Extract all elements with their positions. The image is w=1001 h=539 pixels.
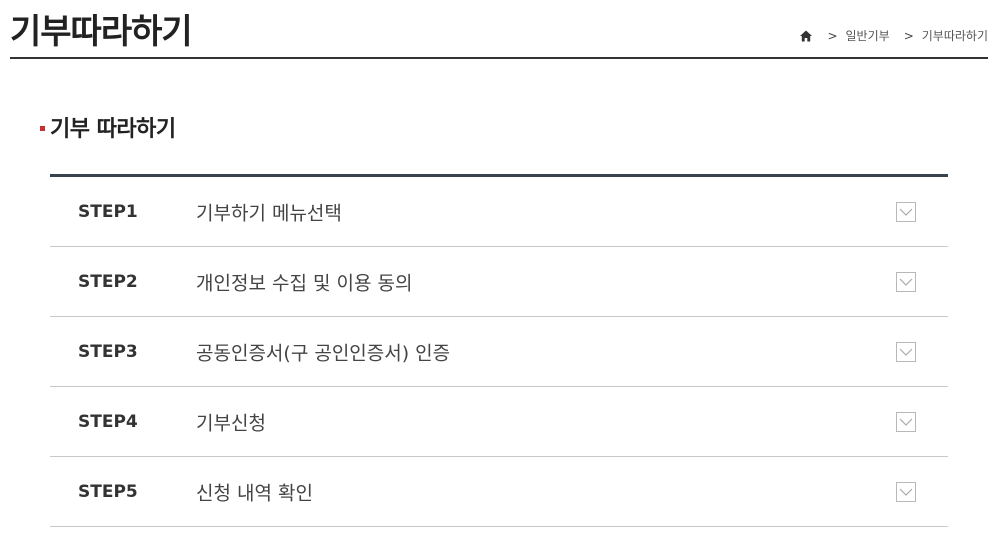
home-icon[interactable] bbox=[799, 29, 813, 43]
step-row-2[interactable]: STEP2 개인정보 수집 및 이용 동의 bbox=[50, 247, 948, 317]
step-label: STEP4 bbox=[78, 411, 138, 432]
breadcrumb-item-donation-guide[interactable]: 기부따라하기 bbox=[922, 27, 988, 44]
step-title: 공동인증서(구 공인인증서) 인증 bbox=[196, 342, 451, 364]
step-label: STEP2 bbox=[78, 271, 138, 292]
step-label: STEP3 bbox=[78, 341, 138, 362]
step-title: 기부하기 메뉴선택 bbox=[196, 202, 342, 224]
step-label: STEP1 bbox=[78, 201, 138, 222]
page-title: 기부따라하기 bbox=[10, 12, 193, 52]
chevron-down-icon[interactable] bbox=[896, 411, 916, 432]
step-title: 신청 내역 확인 bbox=[196, 482, 313, 504]
section-heading: 기부 따라하기 bbox=[40, 111, 176, 143]
step-row-3[interactable]: STEP3 공동인증서(구 공인인증서) 인증 bbox=[50, 317, 948, 387]
breadcrumb-item-general-donation[interactable]: 일반기부 bbox=[846, 27, 890, 44]
step-row-5[interactable]: STEP5 신청 내역 확인 bbox=[50, 457, 948, 527]
chevron-down-icon[interactable] bbox=[896, 271, 916, 292]
breadcrumb-separator: > bbox=[827, 28, 838, 43]
section-title: 기부 따라하기 bbox=[50, 117, 176, 142]
breadcrumb: > 일반기부 > 기부따라하기 bbox=[799, 27, 988, 44]
step-title: 개인정보 수집 및 이용 동의 bbox=[196, 272, 413, 294]
steps-accordion: STEP1 기부하기 메뉴선택 STEP2 개인정보 수집 및 이용 동의 ST… bbox=[50, 174, 948, 527]
step-label: STEP5 bbox=[78, 481, 138, 502]
step-title: 기부신청 bbox=[196, 412, 266, 434]
chevron-down-icon[interactable] bbox=[896, 341, 916, 362]
step-row-1[interactable]: STEP1 기부하기 메뉴선택 bbox=[50, 177, 948, 247]
chevron-down-icon[interactable] bbox=[896, 201, 916, 222]
chevron-down-icon[interactable] bbox=[896, 481, 916, 502]
step-row-4[interactable]: STEP4 기부신청 bbox=[50, 387, 948, 457]
section-bullet bbox=[40, 126, 45, 131]
page-header: 기부따라하기 > 일반기부 > 기부따라하기 bbox=[10, 0, 988, 59]
breadcrumb-separator: > bbox=[903, 28, 914, 43]
